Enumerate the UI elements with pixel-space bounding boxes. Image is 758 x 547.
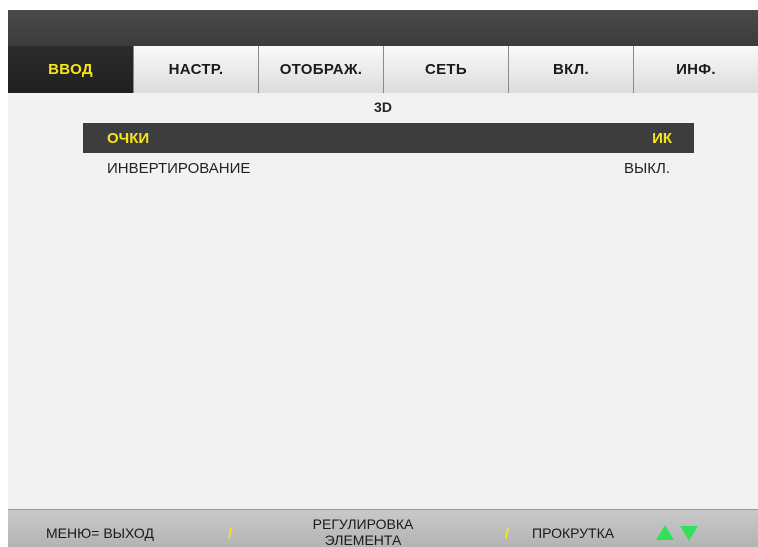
arrow-down-icon	[680, 526, 698, 541]
help-separator: /	[505, 525, 509, 541]
tab-settings[interactable]: НАСТР.	[133, 46, 258, 93]
menu-top-bar	[8, 10, 758, 46]
help-exit: МЕНЮ= ВЫХОД	[46, 525, 154, 541]
tab-display[interactable]: ОТОБРАЖ.	[258, 46, 383, 93]
help-separator: /	[228, 525, 232, 541]
menu-item-value: ИК	[652, 129, 672, 147]
submenu-title: 3D	[374, 99, 392, 115]
menu-item-label: ИНВЕРТИРОВАНИЕ	[107, 159, 251, 177]
help-scroll: ПРОКРУТКА	[532, 525, 615, 541]
arrow-up-icon	[656, 525, 674, 540]
menu-item-value: ВЫКЛ.	[623, 159, 670, 177]
menu-item-invert[interactable]: ИНВЕРТИРОВАНИЕ ВЫКЛ.	[83, 153, 694, 183]
menu-item-glasses[interactable]: ОЧКИ ИК	[83, 123, 694, 153]
help-adjust-line1: РЕГУЛИРОВКА	[312, 516, 414, 532]
tab-power[interactable]: ВКЛ.	[508, 46, 633, 93]
tab-info[interactable]: ИНФ.	[633, 46, 758, 93]
tab-network[interactable]: СЕТЬ	[383, 46, 508, 93]
menu-item-label: ОЧКИ	[107, 129, 150, 147]
tab-input[interactable]: ВВОД	[8, 46, 133, 93]
help-adjust-line2: ЭЛЕМЕНТА	[324, 532, 402, 547]
menu-tabs: ВВОД НАСТР. ОТОБРАЖ. СЕТЬ ВКЛ. ИНФ.	[8, 46, 758, 93]
help-adjust: РЕГУЛИРОВКА ЭЛЕМЕНТА	[293, 516, 433, 547]
osd-menu: ВВОД НАСТР. ОТОБРАЖ. СЕТЬ ВКЛ. ИНФ. 3D О…	[8, 10, 758, 547]
help-bar: МЕНЮ= ВЫХОД / РЕГУЛИРОВКА ЭЛЕМЕНТА / ПРО…	[8, 509, 758, 547]
scroll-arrows	[655, 524, 699, 542]
